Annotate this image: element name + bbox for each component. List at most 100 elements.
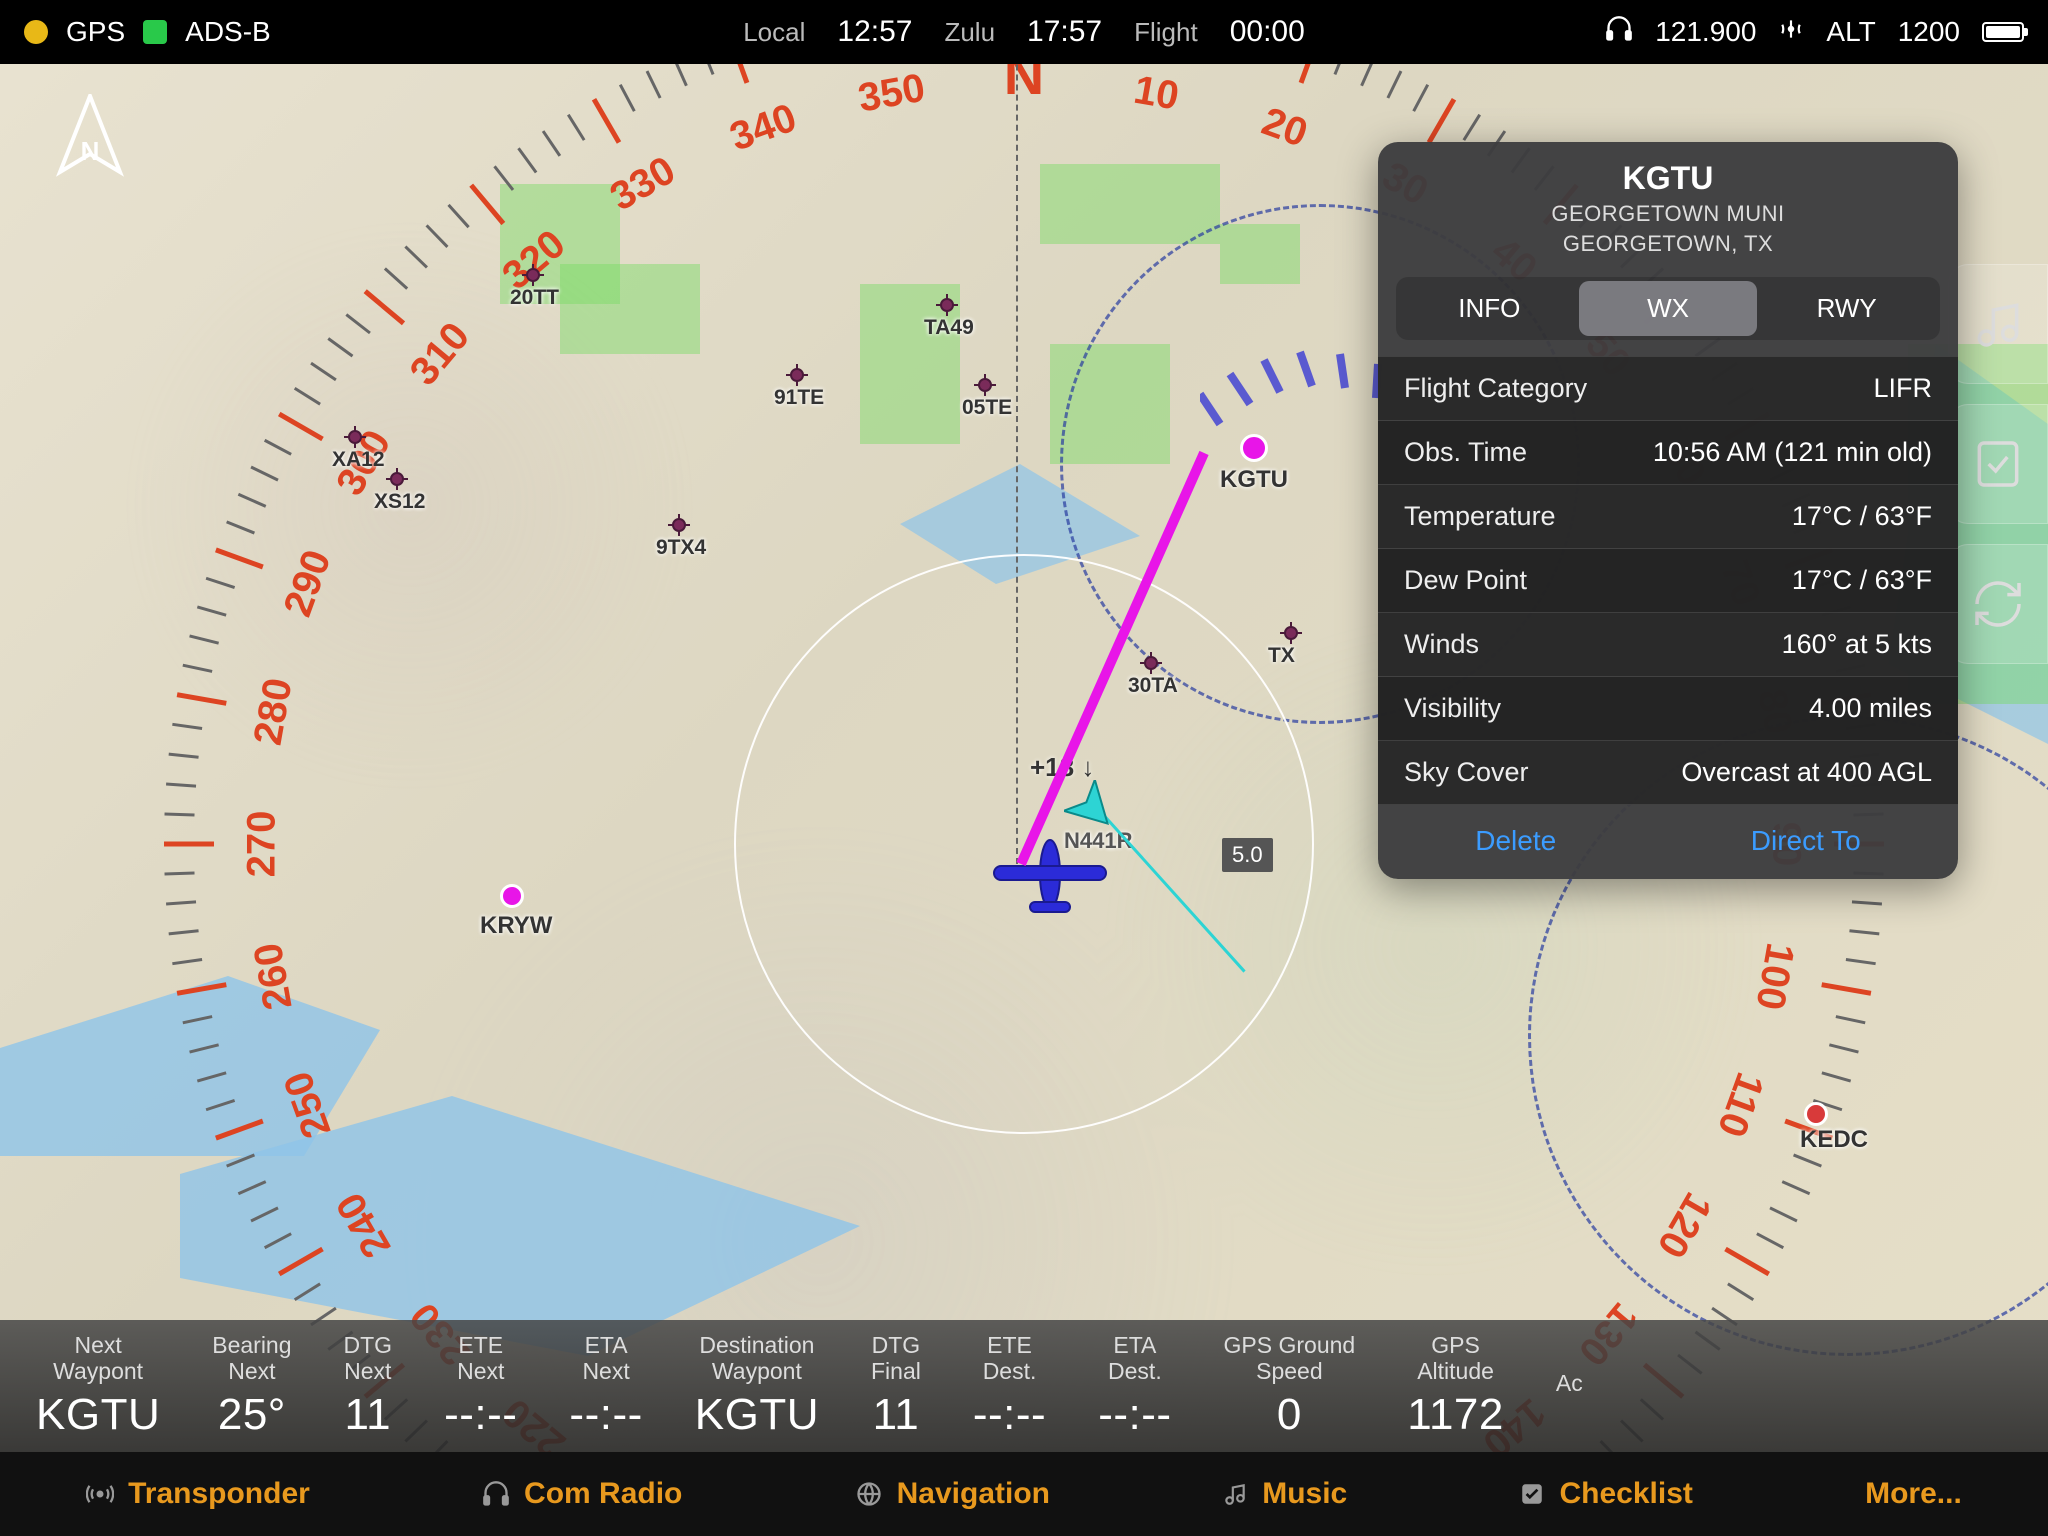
data-cell[interactable]: GPS Ground Speed0	[1198, 1332, 1382, 1441]
waypoint-label: 9TX4	[656, 536, 706, 560]
wx-row-value: 4.00 miles	[1809, 693, 1932, 724]
adsb-status-icon	[143, 20, 167, 44]
tab-info[interactable]: INFO	[1400, 281, 1579, 336]
data-cell-value: 25°	[212, 1390, 291, 1440]
data-cell-value: KGTU	[36, 1390, 160, 1440]
waypoint-marker[interactable]	[786, 364, 808, 386]
waypoint-marker[interactable]	[1280, 622, 1302, 644]
data-cell-label: DTG Next	[344, 1332, 393, 1385]
svg-text:340: 340	[724, 95, 802, 159]
side-sync-button[interactable]	[1948, 544, 2048, 664]
xpdr-code: 1200	[1898, 16, 1960, 48]
waypoint-label: 30TA	[1128, 674, 1178, 698]
data-cell-value: --:--	[973, 1390, 1046, 1440]
wx-row-label: Flight Category	[1404, 373, 1587, 404]
wx-row-label: Obs. Time	[1404, 437, 1527, 468]
data-strip[interactable]: Next WaypontKGTUBearing Next25°DTG Next1…	[0, 1320, 2048, 1452]
tab-rwy[interactable]: RWY	[1757, 281, 1936, 336]
data-cell-value: --:--	[1098, 1390, 1171, 1440]
wx-row-value: Overcast at 400 AGL	[1681, 757, 1932, 788]
svg-text:N: N	[1004, 64, 1044, 106]
com-freq: 121.900	[1655, 16, 1756, 48]
data-cell-value: --:--	[444, 1390, 517, 1440]
direct-to-button[interactable]: Direct To	[1751, 825, 1861, 857]
data-cell[interactable]: DTG Final11	[845, 1332, 947, 1441]
status-left: GPS ADS-B	[24, 16, 271, 48]
data-cell[interactable]: Bearing Next25°	[186, 1332, 317, 1441]
svg-text:350: 350	[855, 66, 928, 121]
waypoint-label: 05TE	[962, 396, 1012, 420]
waypoint-marker[interactable]	[936, 294, 958, 316]
wx-row-value: 160° at 5 kts	[1782, 629, 1932, 660]
data-cell[interactable]: ETE Next--:--	[418, 1332, 543, 1441]
wx-row: Winds 160° at 5 kts	[1378, 613, 1958, 677]
data-cell[interactable]: DTG Next11	[318, 1332, 419, 1441]
data-cell-value: 0	[1224, 1390, 1356, 1440]
gps-status-icon	[24, 20, 48, 44]
north-indicator: N	[50, 94, 130, 204]
data-cell-label: Bearing Next	[212, 1332, 291, 1385]
waypoint-label: TA49	[924, 316, 974, 340]
svg-text:310: 310	[402, 314, 479, 393]
wx-row-label: Winds	[1404, 629, 1479, 660]
side-checklist-button[interactable]	[1948, 404, 2048, 524]
time-block: Local 12:57 Zulu 17:57 Flight 00:00	[743, 15, 1305, 49]
range-ring-label: 5.0	[1222, 838, 1273, 872]
zulu-time: 17:57	[1027, 15, 1102, 49]
popover-segment: INFO WX RWY	[1396, 277, 1940, 340]
tab-more[interactable]: More...	[1865, 1477, 1962, 1511]
svg-text:270: 270	[240, 811, 284, 878]
waypoint-marker[interactable]	[974, 374, 996, 396]
waypoint-marker[interactable]	[1140, 652, 1162, 674]
svg-text:250: 250	[275, 1066, 339, 1144]
status-right: 121.900 ALT 1200	[1605, 15, 2024, 50]
tab-music[interactable]: Music	[1222, 1477, 1347, 1511]
tab-com-radio[interactable]: Com Radio	[482, 1477, 682, 1511]
airport-kedc[interactable]	[1804, 1102, 1828, 1126]
map[interactable]: 1020304050607080901001101201301401501601…	[0, 64, 2048, 1536]
data-cell-value: 1172	[1407, 1390, 1504, 1440]
data-cell[interactable]: Next WaypontKGTU	[10, 1332, 186, 1441]
tab-navigation[interactable]: Navigation	[855, 1477, 1050, 1511]
data-cell[interactable]: ETA Next--:--	[543, 1332, 668, 1441]
waypoint-marker[interactable]	[522, 264, 544, 286]
check-icon	[1519, 1481, 1545, 1507]
airport-kgtu[interactable]	[1240, 434, 1268, 462]
svg-text:N: N	[81, 136, 100, 166]
music-icon	[1222, 1481, 1248, 1507]
tab-wx[interactable]: WX	[1579, 281, 1758, 336]
waypoint-marker[interactable]	[386, 468, 408, 490]
data-cell[interactable]: GPS Altitude1172	[1381, 1332, 1530, 1441]
data-cell-label: DTG Final	[871, 1332, 921, 1385]
wx-row-label: Dew Point	[1404, 565, 1527, 596]
data-cell-label: ETA Dest.	[1098, 1332, 1171, 1385]
airport-kryw-label: KRYW	[480, 912, 552, 940]
wx-row: Dew Point17°C / 63°F	[1378, 549, 1958, 613]
headset-icon	[1605, 15, 1633, 50]
waypoint-label: XS12	[374, 490, 425, 514]
globe-icon	[855, 1480, 883, 1508]
tab-transponder[interactable]: Transponder	[86, 1477, 310, 1511]
airport-kryw[interactable]	[500, 884, 524, 908]
waypoint-marker[interactable]	[668, 514, 690, 536]
data-cell-label: Destination Waypont	[695, 1332, 819, 1385]
airport-kgtu-label: KGTU	[1220, 466, 1288, 494]
data-cell[interactable]: ETA Dest.--:--	[1072, 1332, 1197, 1441]
tab-checklist[interactable]: Checklist	[1519, 1477, 1692, 1511]
popover-airport-name: GEORGETOWN MUNI	[1398, 201, 1938, 227]
delete-button[interactable]: Delete	[1475, 825, 1556, 857]
side-music-button[interactable]	[1948, 264, 2048, 384]
traffic-target-icon[interactable]	[1064, 780, 1120, 841]
data-cell[interactable]: Ac	[1530, 1370, 1609, 1402]
data-cell[interactable]: Destination WaypontKGTU	[669, 1332, 845, 1441]
popover-title: KGTU	[1398, 160, 1938, 197]
wx-row-label: Temperature	[1404, 501, 1556, 532]
waypoint-marker[interactable]	[344, 426, 366, 448]
waypoint-label: 91TE	[774, 386, 824, 410]
gps-label: GPS	[66, 16, 125, 48]
data-cell[interactable]: ETE Dest.--:--	[947, 1332, 1072, 1441]
data-cell-label: ETE Dest.	[973, 1332, 1046, 1385]
svg-text:20: 20	[1256, 99, 1313, 156]
xpdr-mode: ALT	[1826, 16, 1875, 48]
airport-kedc-label: KEDC	[1800, 1126, 1868, 1154]
